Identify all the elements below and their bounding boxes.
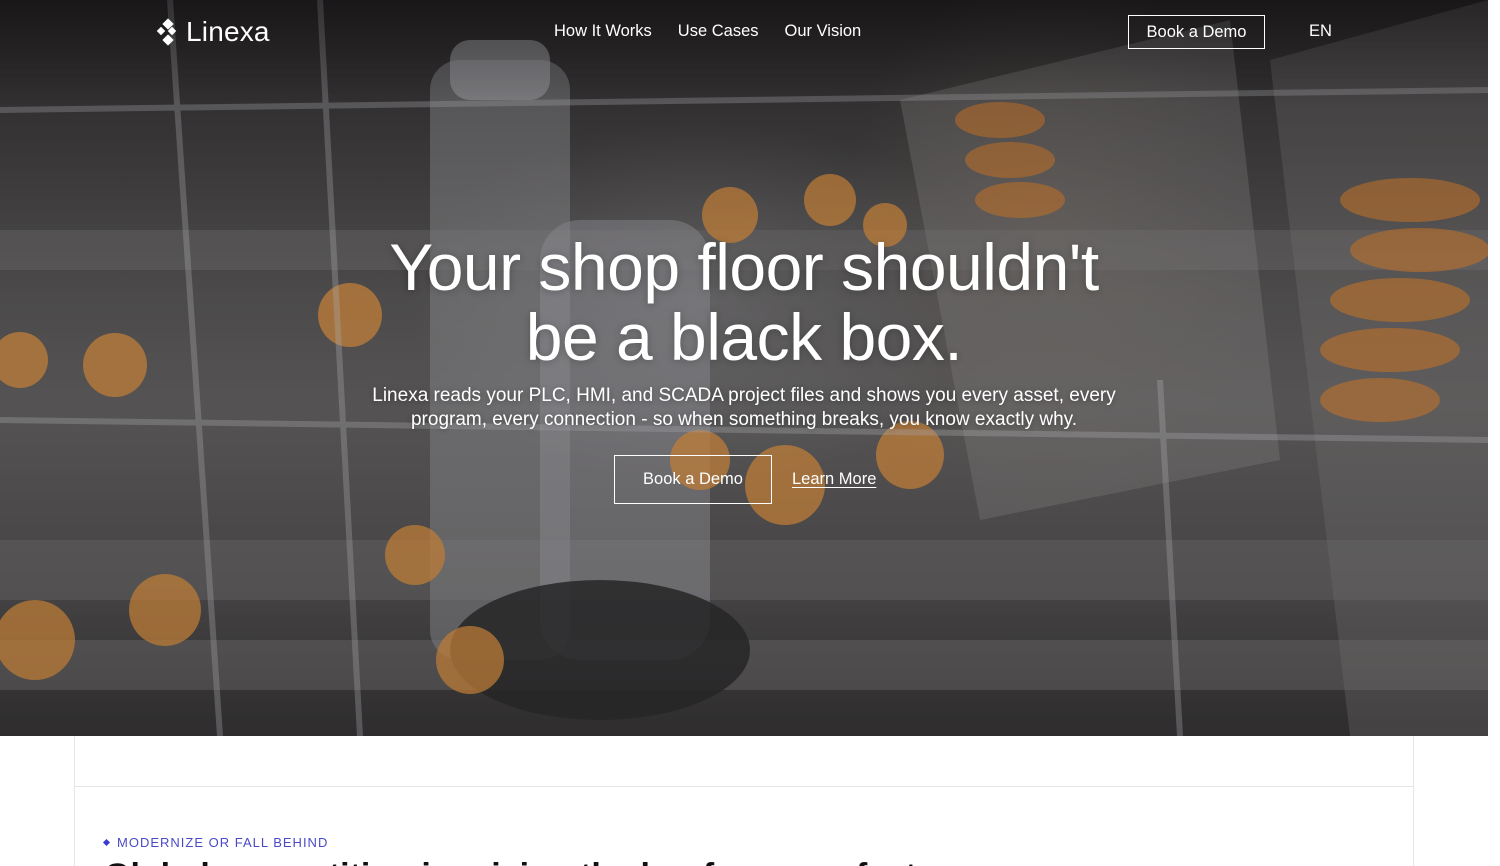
hero-headline: Your shop floor shouldn't be a black box… [0,232,1488,372]
section-heading: Global competition is raising the bar fo… [104,856,969,866]
top-nav: Linexa How It Works Use Cases Our Vision… [0,0,1488,66]
logo-icon [156,18,178,46]
hero-headline-line-2: be a black box. [525,300,963,374]
hero-subtext: Linexa reads your PLC, HMI, and SCADA pr… [344,384,1144,432]
hero-learn-more-link[interactable]: Learn More [792,470,876,489]
diamond-bullet-icon [102,838,111,847]
section-eyebrow: MODERNIZE OR FALL BEHIND [102,835,329,850]
nav-link-use-cases[interactable]: Use Cases [678,22,759,41]
eyebrow-label: MODERNIZE OR FALL BEHIND [117,835,329,850]
primary-nav: How It Works Use Cases Our Vision [554,22,861,41]
hero-book-demo-button[interactable]: Book a Demo [614,455,772,504]
logo[interactable]: Linexa [156,16,270,48]
nav-book-demo-button[interactable]: Book a Demo [1128,15,1265,49]
language-selector[interactable]: EN [1309,22,1332,41]
hero-subtext-line-1: Linexa reads your PLC, HMI, and SCADA pr… [372,385,1116,406]
hero-headline-line-1: Your shop floor shouldn't [389,230,1099,304]
section-divider [74,786,1414,787]
nav-link-our-vision[interactable]: Our Vision [785,22,862,41]
logo-wordmark: Linexa [186,16,270,47]
hero-section: Linexa How It Works Use Cases Our Vision… [0,0,1488,736]
hero-subtext-line-2: program, every connection - so when some… [410,409,1078,430]
nav-link-how-it-works[interactable]: How It Works [554,22,652,41]
